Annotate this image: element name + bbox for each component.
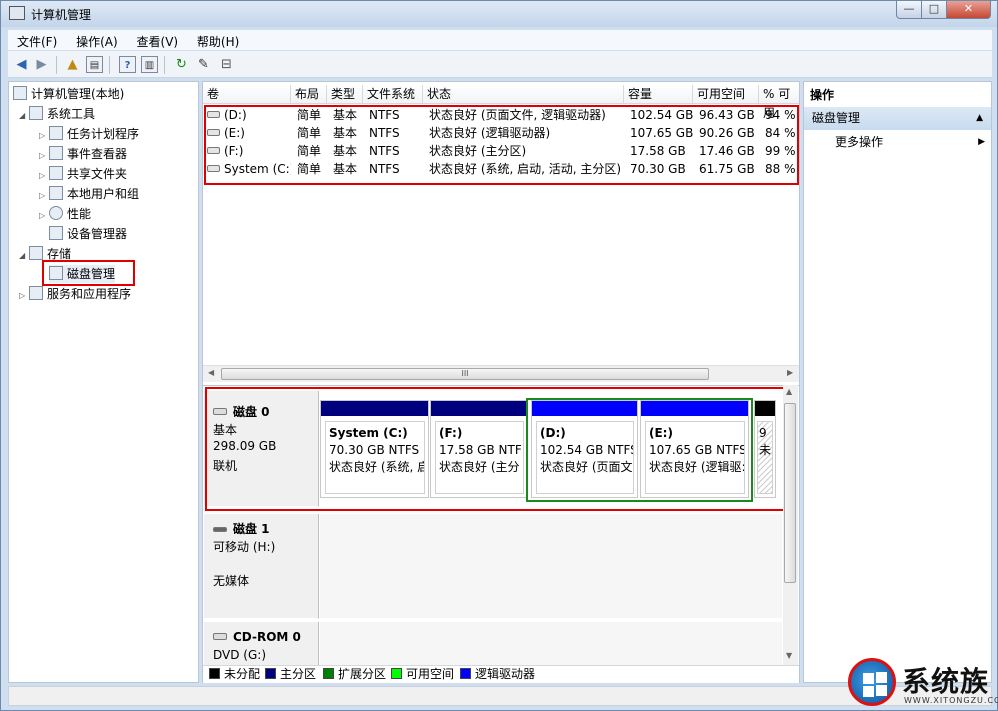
back-arrow-icon[interactable]: ◀ [13,56,30,73]
tree-item-performance[interactable]: ▷ 性能 [39,205,91,223]
menu-action[interactable]: 操作(A) [67,30,124,50]
horizontal-scrollbar[interactable]: ◀ III ▶ [203,365,799,382]
expand-arrow-icon[interactable]: ▷ [39,127,49,145]
disk1-area [320,514,782,619]
menu-view[interactable]: 查看(V) [128,30,185,50]
scroll-up-icon[interactable]: ▲ [786,387,792,396]
refresh-icon[interactable]: ↻ [173,56,190,73]
tree-item-task-scheduler[interactable]: ▷ 任务计划程序 [39,125,139,143]
computer-management-icon [9,6,25,20]
collapse-arrow-icon[interactable]: ◢ [19,107,29,125]
legend-primary: 主分区 [265,666,316,683]
computer-management-window: 计算机管理 — □ ✕ 文件(F) 操作(A) 查看(V) 帮助(H) ◀ ▶ … [0,0,998,711]
menu-file[interactable]: 文件(F) [8,30,63,50]
scrollbar-thumb[interactable]: III [221,368,709,380]
watermark-url: WWW.XITONGZU.COM [904,696,998,705]
tree-item-root[interactable]: 计算机管理(本地) [13,85,124,103]
toolbar: ◀ ▶ ▲ ▤ ? ▥ ↻ ✎ ⊟ [8,51,992,78]
show-hide-console-tree-icon[interactable]: ▤ [86,56,103,73]
clock-icon [49,126,63,140]
vertical-scrollbar[interactable]: ▲ ▼ [783,385,798,665]
partition-legend: 未分配 主分区 扩展分区 可用空间 逻辑驱动器 [203,665,799,683]
scroll-down-icon[interactable]: ▼ [786,651,792,660]
highlight-box-disk-management [42,260,135,286]
users-icon [49,186,63,200]
expand-arrow-icon[interactable]: ▷ [39,187,49,205]
watermark-text: 系统族 [902,665,990,698]
expand-arrow-icon[interactable]: ▷ [39,147,49,165]
performance-icon [49,206,63,220]
minimize-button[interactable]: — [896,1,922,19]
services-icon [29,286,43,300]
console-tree: 计算机管理(本地) ◢ 系统工具 ▷ 任务计划程序 ▷ 事件查看器 ▷ 共享文件夹 ▷ 本… [8,81,199,683]
legend-free-space: 可用空间 [391,666,454,683]
menu-help[interactable]: 帮助(H) [188,30,245,50]
expand-arrow-icon[interactable]: ▷ [39,167,49,185]
help-icon[interactable]: ? [119,56,136,73]
highlight-box-volume-list [204,105,799,185]
disk-tool-icon[interactable]: ⊟ [218,56,235,73]
show-action-pane-icon[interactable]: ▥ [141,56,158,73]
tree-item-services[interactable]: ▷ 服务和应用程序 [19,285,131,303]
tools-icon [29,106,43,120]
menu-bar: 文件(F) 操作(A) 查看(V) 帮助(H) [8,30,992,50]
column-status[interactable]: 状态 [423,85,624,104]
tree-item-local-users[interactable]: ▷ 本地用户和组 [39,185,139,203]
forward-arrow-icon[interactable]: ▶ [33,56,50,73]
shared-folder-icon [49,166,63,180]
scroll-left-icon[interactable]: ◀ [208,368,214,377]
cdrom0-label[interactable]: CD-ROM 0 DVD (G:) [204,622,319,666]
actions-header: 操作 [804,84,991,106]
column-layout[interactable]: 布局 [291,85,327,104]
column-percent-free[interactable]: % 可用 [759,85,799,120]
maximize-button[interactable]: □ [921,1,947,19]
properties-icon[interactable]: ✎ [195,56,212,73]
expand-arrow-icon[interactable]: ▷ [39,207,49,225]
title-bar[interactable]: 计算机管理 — □ ✕ [1,1,997,27]
vertical-scrollbar-thumb[interactable] [784,403,796,583]
column-type[interactable]: 类型 [327,85,363,104]
tree-item-shared-folders[interactable]: ▷ 共享文件夹 [39,165,127,183]
cdrom0-area [320,622,782,666]
window-title: 计算机管理 [31,8,92,22]
legend-unallocated: 未分配 [209,666,260,683]
storage-icon [29,246,43,260]
column-volume[interactable]: 卷 [203,85,291,104]
volume-table-header: 卷 布局 类型 文件系统 状态 容量 可用空间 % 可用 [203,85,799,120]
actions-section-disk-management[interactable]: 磁盘管理 ▲ [804,107,991,130]
scroll-right-icon[interactable]: ▶ [787,368,793,377]
cdrom-icon [213,633,227,640]
highlight-box-disk0 [205,387,785,511]
collapse-arrow-icon[interactable]: ◢ [19,247,29,265]
column-free-space[interactable]: 可用空间 [693,85,759,104]
disk-management-pane: 卷 布局 类型 文件系统 状态 容量 可用空间 % 可用 (D:) 简单 基本 … [202,81,800,683]
actions-pane: 操作 磁盘管理 ▲ 更多操作 ▶ [803,81,992,683]
collapse-up-icon[interactable]: ▲ [976,107,983,130]
legend-logical: 逻辑驱动器 [460,666,535,683]
submenu-arrow-icon: ▶ [978,137,985,147]
more-actions-item[interactable]: 更多操作 ▶ [835,132,985,152]
up-folder-icon[interactable]: ▲ [64,56,81,73]
expand-arrow-icon[interactable]: ▷ [19,287,29,305]
column-filesystem[interactable]: 文件系统 [363,85,423,104]
tree-item-device-manager[interactable]: 设备管理器 [49,225,127,243]
close-button[interactable]: ✕ [946,1,991,19]
tree-item-system-tools[interactable]: ◢ 系统工具 [19,105,95,123]
tree-item-event-viewer[interactable]: ▷ 事件查看器 [39,145,127,163]
computer-icon [13,86,27,100]
status-bar [8,686,992,706]
legend-extended: 扩展分区 [323,666,386,683]
event-viewer-icon [49,146,63,160]
removable-disk-icon [213,527,227,532]
device-manager-icon [49,226,63,240]
column-capacity[interactable]: 容量 [624,85,693,104]
site-watermark: 系统族 WWW.XITONGZU.COM [848,658,998,710]
windows-logo-icon [848,658,896,706]
disk1-label[interactable]: 磁盘 1 可移动 (H:) 无媒体 [204,514,319,619]
